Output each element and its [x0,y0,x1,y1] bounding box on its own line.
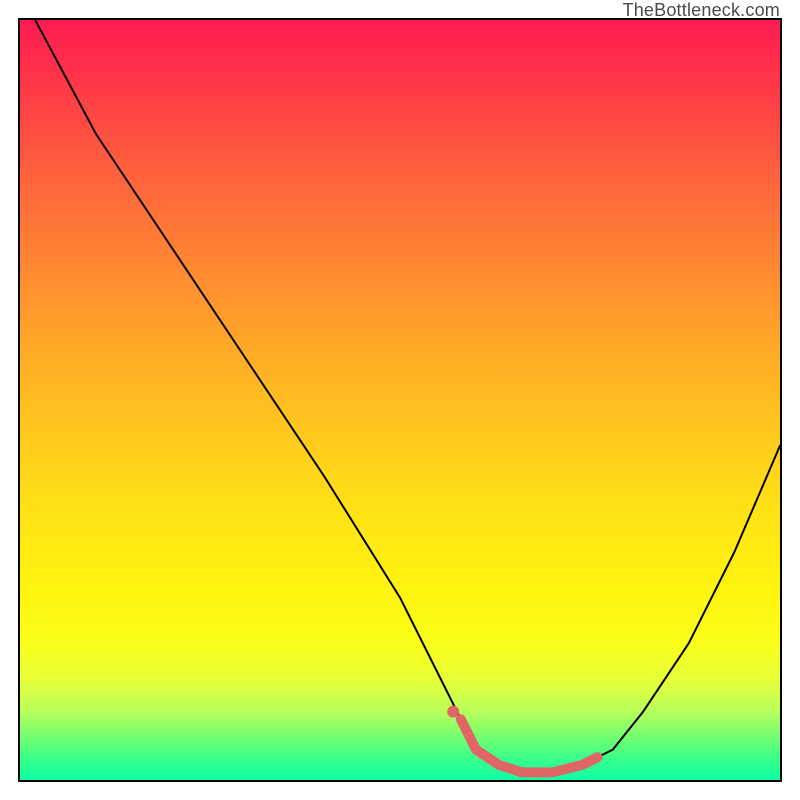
marker-dot [447,706,459,718]
series-curve [35,20,780,772]
chart-svg [20,20,780,780]
series-highlight [461,719,598,772]
plot-area [18,18,782,782]
chart-container: TheBottleneck.com [0,0,800,800]
